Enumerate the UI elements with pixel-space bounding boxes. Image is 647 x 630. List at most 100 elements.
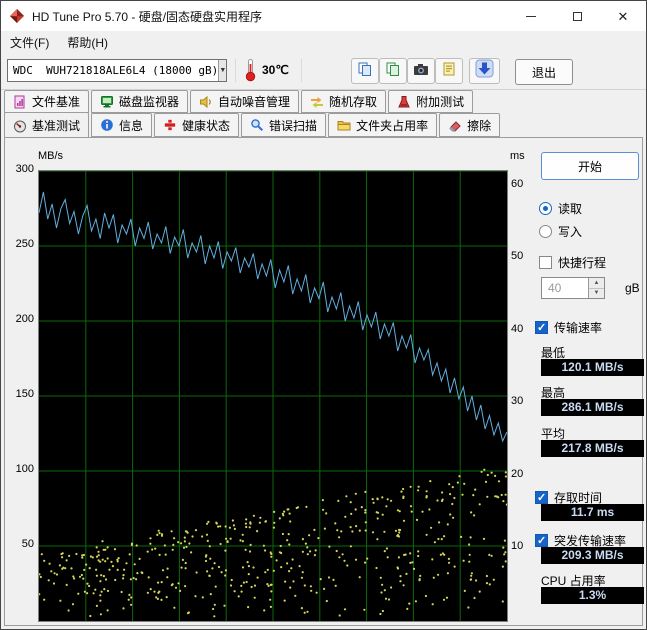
benchmark-plot xyxy=(38,170,508,622)
tab-noise-management[interactable]: 自动噪音管理 xyxy=(190,90,299,113)
minimize-icon xyxy=(526,16,536,17)
y-left-tick: 250 xyxy=(7,238,34,250)
capture-button[interactable] xyxy=(407,58,435,84)
menu-help[interactable]: 帮助(H) xyxy=(58,32,117,53)
close-button[interactable] xyxy=(600,1,646,31)
tab-disk-monitor[interactable]: 磁盘监视器 xyxy=(91,90,188,113)
folder-usage-icon xyxy=(337,118,351,132)
y-right-tick: 30 xyxy=(511,395,523,407)
short-stroke-label: 快捷行程 xyxy=(558,254,606,271)
y-right-tick: 40 xyxy=(511,323,523,335)
tab-folder-usage[interactable]: 文件夹占用率 xyxy=(328,113,437,137)
spinner-up-button[interactable] xyxy=(589,278,604,289)
temperature-icon xyxy=(244,58,257,87)
toolbar: WDC WUH721818ALE6L4 (18000 gB) 30℃ 退出 xyxy=(1,53,646,90)
cpu-usage-value: 1.3% xyxy=(541,587,644,604)
short-stroke-input[interactable]: 40 xyxy=(541,277,605,299)
tab-label: 错误扫描 xyxy=(269,117,317,134)
close-icon xyxy=(618,10,629,23)
transfer-rate-label: 传输速率 xyxy=(554,319,602,336)
checkbox-checked-icon xyxy=(535,491,548,504)
copy-text-button[interactable] xyxy=(435,58,463,84)
y-left-axis-label: MB/s xyxy=(38,150,63,162)
y-right-tick: 10 xyxy=(511,540,523,552)
download-arrow-icon xyxy=(475,59,494,83)
copy-screenshot-button[interactable] xyxy=(351,58,379,84)
min-speed-value: 120.1 MB/s xyxy=(541,359,644,376)
window-title: HD Tune Pro 5.70 - 硬盘/固态硬盘实用程序 xyxy=(32,8,262,25)
tab-row-2: 基准测试 信息 健康状态 错误扫描 文件夹占用率 擦除 xyxy=(4,113,502,137)
max-speed-value: 286.1 MB/s xyxy=(541,399,644,416)
app-window: HD Tune Pro 5.70 - 硬盘/固态硬盘实用程序 文件(F) 帮助(… xyxy=(0,0,647,630)
short-stroke-value: 40 xyxy=(542,278,588,298)
window-controls xyxy=(508,1,646,31)
error-scan-icon xyxy=(250,118,264,132)
checkbox-checked-icon xyxy=(535,321,548,334)
exit-button[interactable]: 退出 xyxy=(515,59,573,85)
radio-selected-icon xyxy=(539,202,552,215)
tab-error-scan[interactable]: 错误扫描 xyxy=(241,113,326,137)
tab-label: 文件夹占用率 xyxy=(356,117,428,134)
spinner-down-button[interactable] xyxy=(589,289,604,299)
access-time-value: 11.7 ms xyxy=(541,504,644,521)
extra-tests-icon xyxy=(397,95,411,109)
burst-rate-value: 209.3 MB/s xyxy=(541,547,644,564)
benchmark-gauge-icon xyxy=(13,119,27,133)
write-radio[interactable]: 写入 xyxy=(539,223,582,240)
spinner xyxy=(588,278,604,298)
tab-info[interactable]: 信息 xyxy=(91,113,152,137)
save-pages-icon xyxy=(385,61,401,82)
y-left-tick: 100 xyxy=(7,463,34,475)
update-button[interactable] xyxy=(469,58,500,84)
tab-row-1: 文件基准 磁盘监视器 自动噪音管理 随机存取 附加测试 xyxy=(4,90,475,113)
read-radio[interactable]: 读取 xyxy=(539,200,582,217)
tab-label: 基准测试 xyxy=(32,117,80,134)
chevron-down-icon[interactable] xyxy=(218,60,226,81)
save-screenshot-button[interactable] xyxy=(379,58,407,84)
y-right-tick: 60 xyxy=(511,178,523,190)
tab-label: 信息 xyxy=(119,117,143,134)
tab-label: 磁盘监视器 xyxy=(119,93,179,110)
start-button[interactable]: 开始 xyxy=(541,152,639,180)
tab-erase[interactable]: 擦除 xyxy=(439,113,500,137)
menu-file[interactable]: 文件(F) xyxy=(1,32,58,53)
benchmark-panel: MB/s ms 30025020015010050 605040302010 开… xyxy=(4,137,643,626)
temperature-value: 30℃ xyxy=(262,63,289,77)
short-stroke-unit: gB xyxy=(625,281,640,295)
tab-extra-tests[interactable]: 附加测试 xyxy=(388,90,473,113)
info-icon xyxy=(100,118,114,132)
tab-label: 健康状态 xyxy=(182,117,230,134)
tab-label: 自动噪音管理 xyxy=(218,93,290,110)
checkbox-unchecked-icon xyxy=(539,256,552,269)
y-right-axis-label: ms xyxy=(510,150,525,162)
erase-icon xyxy=(448,118,462,132)
drive-select[interactable]: WDC WUH721818ALE6L4 (18000 gB) xyxy=(7,59,227,82)
tab-benchmark[interactable]: 基准测试 xyxy=(4,112,89,138)
y-right-tick: 20 xyxy=(511,468,523,480)
tab-health[interactable]: 健康状态 xyxy=(154,113,239,137)
maximize-button[interactable] xyxy=(554,1,600,31)
minimize-button[interactable] xyxy=(508,1,554,31)
random-access-icon xyxy=(310,95,324,109)
menubar: 文件(F) 帮助(H) xyxy=(1,31,646,54)
tab-file-benchmark[interactable]: 文件基准 xyxy=(4,90,89,113)
tab-label: 随机存取 xyxy=(329,93,377,110)
toolbar-separator xyxy=(235,59,236,82)
tab-label: 附加测试 xyxy=(416,93,464,110)
short-stroke-checkbox[interactable]: 快捷行程 xyxy=(539,254,606,271)
noise-management-icon xyxy=(199,95,213,109)
checkbox-checked-icon xyxy=(535,534,548,547)
tab-random-access[interactable]: 随机存取 xyxy=(301,90,386,113)
transfer-rate-checkbox[interactable]: 传输速率 xyxy=(535,319,602,336)
y-left-tick: 50 xyxy=(7,538,34,550)
y-left-tick: 300 xyxy=(7,163,34,175)
copy-pages-icon xyxy=(357,61,373,82)
y-right-tick: 50 xyxy=(511,250,523,262)
disk-monitor-icon xyxy=(100,95,114,109)
y-left-tick: 200 xyxy=(7,313,34,325)
file-benchmark-icon xyxy=(13,95,27,109)
avg-speed-value: 217.8 MB/s xyxy=(541,440,644,457)
maximize-icon xyxy=(573,12,582,21)
write-radio-label: 写入 xyxy=(558,223,582,240)
radio-unselected-icon xyxy=(539,225,552,238)
